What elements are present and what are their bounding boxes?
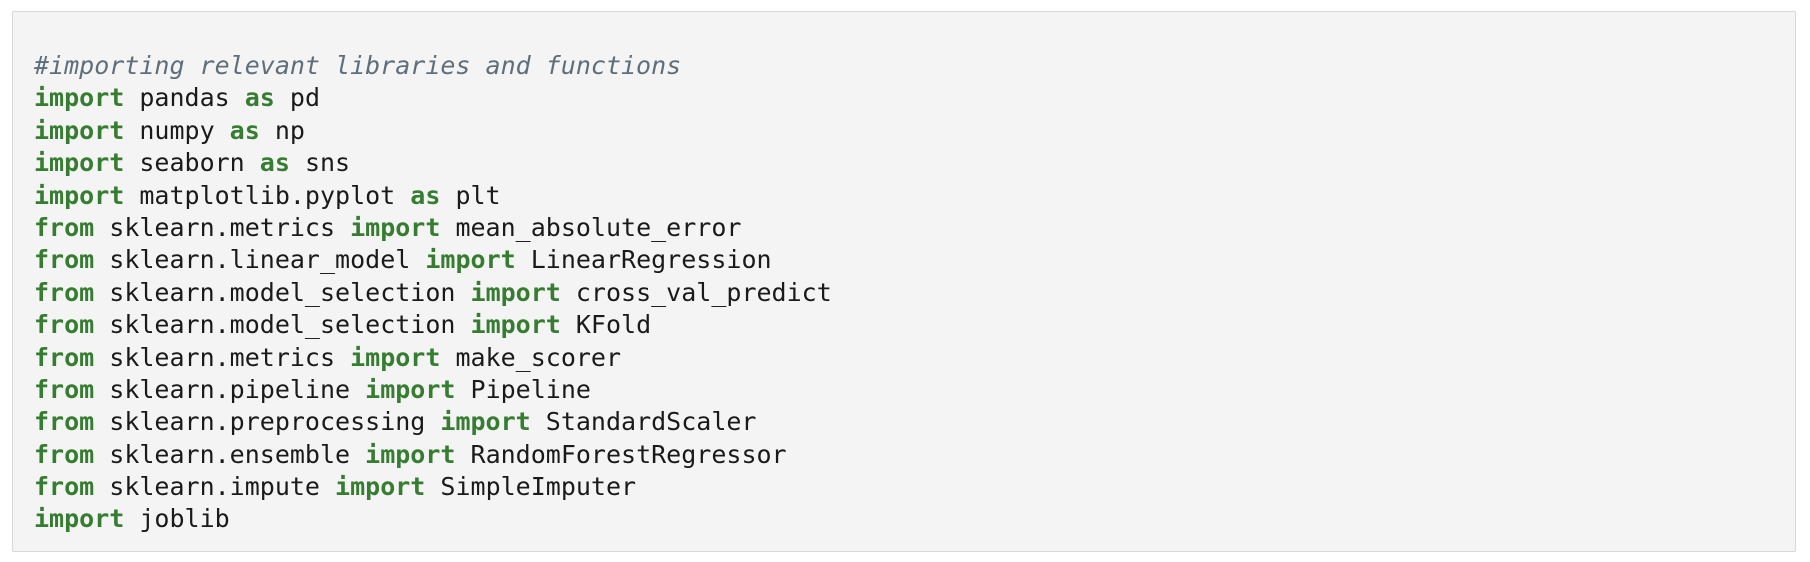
code-keyword: as: [229, 115, 260, 145]
code-identifier: sklearn.model_selection: [94, 310, 471, 340]
code-identifier: mean_absolute_error: [440, 212, 742, 242]
code-identifier: joblib: [124, 504, 230, 534]
code-line: from sklearn.preprocessing import Standa…: [34, 406, 1795, 438]
code-line: from sklearn.pipeline import Pipeline: [34, 374, 1795, 406]
code-keyword: from: [34, 277, 95, 307]
code-identifier: SimpleImputer: [425, 472, 637, 502]
code-keyword: import: [350, 212, 441, 242]
code-keyword: import: [34, 83, 125, 113]
code-identifier: KFold: [560, 310, 652, 340]
code-keyword: import: [365, 374, 456, 404]
code-identifier: make_scorer: [440, 342, 622, 372]
code-keyword: from: [34, 310, 95, 340]
code-keyword: from: [34, 374, 95, 404]
code-keyword: as: [410, 180, 441, 210]
code-identifier: plt: [440, 180, 501, 210]
code-line: import numpy as np: [34, 115, 1795, 147]
code-identifier: pandas: [124, 83, 245, 113]
code-keyword: from: [34, 407, 95, 437]
code-identifier: matplotlib.pyplot: [124, 180, 411, 210]
code-keyword: from: [34, 472, 95, 502]
code-keyword: import: [470, 277, 561, 307]
code-keyword: import: [365, 439, 456, 469]
code-keyword: import: [34, 148, 125, 178]
code-keyword: from: [34, 245, 95, 275]
code-identifier: pd: [274, 83, 320, 113]
code-keyword: import: [34, 115, 125, 145]
code-identifier: RandomForestRegressor: [455, 439, 787, 469]
code-keyword: import: [34, 504, 125, 534]
code-keyword: import: [335, 472, 426, 502]
code-identifier: sklearn.metrics: [94, 212, 351, 242]
code-content: #importing relevant libraries and functi…: [34, 50, 1795, 536]
code-line: from sklearn.impute import SimpleImputer: [34, 471, 1795, 503]
code-keyword: from: [34, 439, 95, 469]
code-line: import pandas as pd: [34, 82, 1795, 114]
code-block: #importing relevant libraries and functi…: [12, 11, 1796, 552]
code-identifier: numpy: [124, 115, 230, 145]
code-identifier: sklearn.metrics: [94, 342, 351, 372]
code-line: from sklearn.model_selection import cros…: [34, 277, 1795, 309]
code-identifier: sklearn.impute: [94, 472, 336, 502]
code-identifier: sklearn.ensemble: [94, 439, 366, 469]
code-identifier: sklearn.pipeline: [94, 374, 366, 404]
code-identifier: np: [259, 115, 305, 145]
code-identifier: seaborn: [124, 148, 260, 178]
code-keyword: import: [470, 310, 561, 340]
code-keyword: from: [34, 342, 95, 372]
code-identifier: sklearn.preprocessing: [94, 407, 441, 437]
code-line: from sklearn.linear_model import LinearR…: [34, 244, 1795, 276]
code-keyword: import: [34, 180, 125, 210]
code-comment: #importing relevant libraries and functi…: [34, 51, 682, 80]
code-keyword: import: [425, 245, 516, 275]
code-line: from sklearn.metrics import make_scorer: [34, 342, 1795, 374]
code-line: import seaborn as sns: [34, 147, 1795, 179]
code-line: from sklearn.metrics import mean_absolut…: [34, 212, 1795, 244]
code-line: import matplotlib.pyplot as plt: [34, 180, 1795, 212]
code-identifier: cross_val_predict: [560, 277, 832, 307]
code-keyword: import: [440, 407, 531, 437]
code-keyword: as: [244, 83, 275, 113]
code-line: #importing relevant libraries and functi…: [34, 50, 1795, 82]
code-keyword: import: [350, 342, 441, 372]
code-line: from sklearn.ensemble import RandomFores…: [34, 439, 1795, 471]
code-identifier: sklearn.model_selection: [94, 277, 471, 307]
code-keyword: as: [259, 148, 290, 178]
code-line: from sklearn.model_selection import KFol…: [34, 309, 1795, 341]
code-identifier: StandardScaler: [530, 407, 757, 437]
code-keyword: from: [34, 212, 95, 242]
code-identifier: Pipeline: [455, 374, 591, 404]
code-line: import joblib: [34, 503, 1795, 535]
code-identifier: sklearn.linear_model: [94, 245, 426, 275]
code-identifier: LinearRegression: [515, 245, 772, 275]
code-identifier: sns: [289, 148, 351, 178]
